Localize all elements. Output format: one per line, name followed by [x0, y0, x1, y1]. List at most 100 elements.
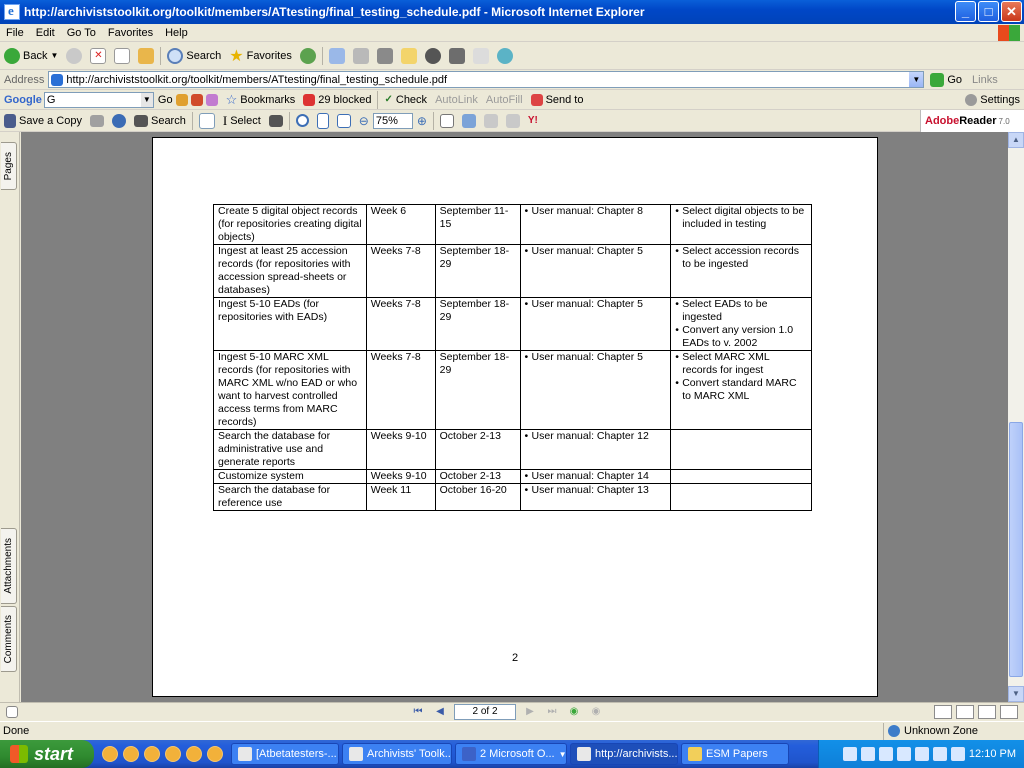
- actual-size-button[interactable]: [313, 112, 333, 129]
- forward-button[interactable]: [62, 47, 86, 64]
- search-button[interactable]: Search: [163, 47, 225, 64]
- document-area[interactable]: Create 5 digital object records (for rep…: [21, 132, 1008, 702]
- acro-print-button[interactable]: [86, 114, 108, 127]
- favorites-button[interactable]: ★ Favorites: [225, 46, 296, 66]
- taskbar-button[interactable]: 2 Microsoft O... ▼: [455, 743, 567, 765]
- menu-favorites[interactable]: Favorites: [102, 27, 159, 39]
- history-button[interactable]: [296, 47, 320, 64]
- quick-launch-icon[interactable]: [186, 746, 202, 762]
- tray-icon[interactable]: [842, 747, 857, 761]
- stop-button[interactable]: ✕: [86, 47, 110, 64]
- popup-blocker-button[interactable]: [421, 47, 445, 64]
- sign-button[interactable]: [480, 113, 502, 128]
- yahoo-button[interactable]: Y!: [524, 115, 542, 126]
- pages-button[interactable]: [502, 113, 524, 128]
- settings-button[interactable]: Settings: [961, 93, 1024, 106]
- close-button[interactable]: ✕: [1001, 1, 1022, 22]
- facing-icon[interactable]: [978, 705, 996, 719]
- tray-icon[interactable]: [878, 747, 893, 761]
- fit-width-button[interactable]: [333, 113, 355, 128]
- quick-launch-icon[interactable]: [102, 746, 118, 762]
- messenger-button[interactable]: [469, 47, 493, 64]
- menu-file[interactable]: File: [0, 27, 30, 39]
- bookmarks-button[interactable]: ☆ Bookmarks: [222, 92, 300, 108]
- quick-launch-icon[interactable]: [123, 746, 139, 762]
- google-go-button[interactable]: Go: [154, 93, 222, 106]
- minimize-button[interactable]: _: [955, 1, 976, 22]
- signal-icon[interactable]: [950, 747, 965, 761]
- home-button[interactable]: [134, 47, 158, 64]
- review-button[interactable]: [458, 113, 480, 128]
- taskbar-button[interactable]: ESM Papers: [681, 743, 789, 765]
- adobe-reader-brand[interactable]: Adobe Reader 7.0: [920, 110, 1024, 132]
- clock[interactable]: 12:10 PM: [969, 748, 1016, 760]
- previous-view-icon[interactable]: ◉: [566, 704, 582, 720]
- back-button[interactable]: Back ▼: [0, 47, 62, 64]
- people-button[interactable]: [493, 47, 517, 64]
- attachments-tab[interactable]: Attachments: [1, 528, 17, 604]
- first-page-icon[interactable]: ⏮: [410, 704, 426, 720]
- edit-button[interactable]: [373, 47, 397, 64]
- scroll-down-icon[interactable]: ▼: [1008, 686, 1024, 702]
- menu-goto[interactable]: Go To: [61, 27, 102, 39]
- continuous-icon[interactable]: [956, 705, 974, 719]
- page-number-input[interactable]: 2 of 2: [454, 704, 516, 720]
- hand-tool-button[interactable]: [195, 112, 219, 129]
- tray-icon[interactable]: [896, 747, 911, 761]
- google-search-input[interactable]: G ▼: [43, 91, 154, 108]
- previous-page-icon[interactable]: ◀: [432, 704, 448, 720]
- network-icon[interactable]: [932, 747, 947, 761]
- scroll-thumb[interactable]: [1009, 422, 1023, 677]
- next-page-icon[interactable]: ▶: [522, 704, 538, 720]
- menu-edit[interactable]: Edit: [30, 27, 61, 39]
- autolink-button[interactable]: AutoLink: [431, 94, 482, 106]
- popup-blocked-button[interactable]: 29 blocked: [299, 93, 375, 106]
- zoom-tool-button[interactable]: [292, 114, 313, 127]
- maximize-button[interactable]: □: [978, 1, 999, 22]
- acro-search-button[interactable]: Search: [130, 114, 190, 127]
- tray-icon[interactable]: [860, 747, 875, 761]
- autofill-button[interactable]: AutoFill: [482, 94, 527, 106]
- security-zone[interactable]: Unknown Zone: [883, 722, 978, 740]
- mail-button[interactable]: [325, 47, 349, 64]
- comments-tab[interactable]: Comments: [1, 606, 17, 672]
- snapshot-button[interactable]: [265, 114, 287, 127]
- tray-icon[interactable]: [914, 747, 929, 761]
- go-button[interactable]: Go: [924, 72, 968, 87]
- send-to-button[interactable]: Send to: [527, 93, 588, 106]
- address-input[interactable]: http://archiviststoolkit.org/toolkit/mem…: [48, 71, 925, 88]
- zoom-in-button[interactable]: ⊕: [413, 114, 431, 128]
- quick-launch-icon[interactable]: [144, 746, 160, 762]
- vertical-scrollbar[interactable]: ▲ ▼: [1008, 132, 1024, 702]
- pages-tab[interactable]: Pages: [1, 142, 17, 190]
- research-button[interactable]: [445, 47, 469, 64]
- taskbar-button[interactable]: Archivists' Toolk...: [342, 743, 452, 765]
- start-button[interactable]: start: [0, 740, 94, 768]
- taskbar-button[interactable]: [Atbetatesters-...: [231, 743, 339, 765]
- address-dropdown-icon[interactable]: ▼: [909, 72, 924, 87]
- scroll-up-icon[interactable]: ▲: [1008, 132, 1024, 148]
- taskbar-button-active[interactable]: http://archivists...: [570, 743, 678, 765]
- panel-toggle-icon[interactable]: [6, 706, 18, 718]
- zoom-level-input[interactable]: 75%: [372, 112, 413, 129]
- save-copy-button[interactable]: Save a Copy: [0, 113, 86, 128]
- menu-help[interactable]: Help: [159, 27, 194, 39]
- refresh-button[interactable]: [110, 47, 134, 64]
- continuous-facing-icon[interactable]: [1000, 705, 1018, 719]
- rotate-button[interactable]: [436, 113, 458, 128]
- spell-check-button[interactable]: ✓ Check: [380, 94, 431, 106]
- discuss-button[interactable]: [397, 47, 421, 64]
- select-tool-button[interactable]: I Select: [219, 113, 265, 129]
- quick-launch-icon[interactable]: [165, 746, 181, 762]
- browser-window-icon: [349, 747, 363, 761]
- quick-launch-icon[interactable]: [207, 746, 223, 762]
- last-page-icon[interactable]: ⏭: [544, 704, 560, 720]
- zoom-out-button[interactable]: ⊖: [355, 114, 373, 128]
- links-button[interactable]: Links: [968, 74, 1002, 86]
- task-cell: Ingest 5-10 EADs (for repositories with …: [213, 297, 367, 351]
- single-page-icon[interactable]: [934, 705, 952, 719]
- acro-email-button[interactable]: [108, 113, 130, 128]
- google-search-dropdown-icon[interactable]: ▼: [140, 92, 153, 107]
- next-view-icon[interactable]: ◉: [588, 704, 604, 720]
- print-button[interactable]: [349, 47, 373, 64]
